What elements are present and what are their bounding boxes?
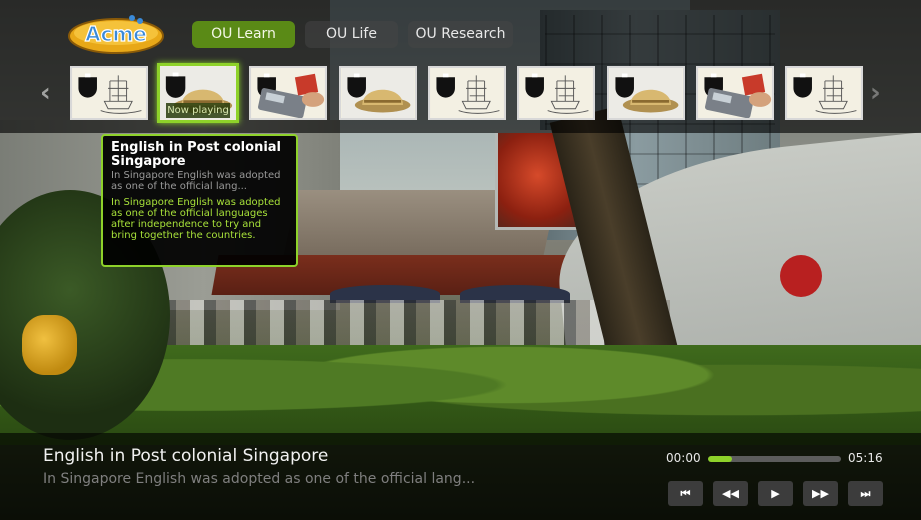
time-current: 00:00 — [666, 451, 701, 465]
time-total: 05:16 — [848, 451, 883, 465]
scene-yellow-foliage — [22, 315, 77, 375]
now-playing-label: Now playing — [166, 103, 230, 118]
pith-helmet-image — [609, 68, 683, 118]
video-tooltip: English in Post colonial Singapore In Si… — [101, 134, 298, 267]
video-thumbnail[interactable] — [428, 66, 506, 120]
skip-next-icon: ⏭ — [860, 487, 871, 500]
video-thumbnail[interactable] — [785, 66, 863, 120]
progress-bar[interactable] — [708, 456, 841, 462]
tooltip-title: English in Post colonial Singapore — [111, 140, 282, 169]
video-thumbnail[interactable] — [249, 66, 327, 120]
play-button[interactable]: ▶ — [758, 481, 793, 506]
top-navigation: Acme OU Learn OU Life OU Research ‹ › No… — [0, 0, 921, 133]
video-thumbnail[interactable] — [70, 66, 148, 120]
scroll-left-icon[interactable]: ‹ — [40, 78, 51, 108]
video-title: English in Post colonial Singapore — [43, 446, 329, 466]
ou-logo-ship-image — [787, 68, 861, 118]
tooltip-description: In Singapore English was adopted as one … — [111, 197, 281, 241]
player-bar: English in Post colonial Singapore In Si… — [0, 433, 921, 520]
video-thumbnail[interactable] — [517, 66, 595, 120]
tooltip-subtitle: In Singapore English was adopted as one … — [111, 170, 281, 192]
fast-forward-button[interactable]: ▶▶ — [803, 481, 838, 506]
pith-helmet-image — [341, 68, 415, 118]
video-thumbnail[interactable]: Now playing — [157, 63, 239, 123]
video-thumbnail[interactable] — [339, 66, 417, 120]
ou-logo-card-reader-image — [698, 68, 772, 118]
tab-ou-life[interactable]: OU Life — [305, 21, 398, 48]
video-thumbnail[interactable] — [607, 66, 685, 120]
ou-logo-ship-image — [519, 68, 593, 118]
skip-previous-icon: ⏮ — [680, 487, 691, 500]
tab-ou-learn[interactable]: OU Learn — [192, 21, 295, 48]
video-subtitle: In Singapore English was adopted as one … — [43, 471, 476, 487]
fast-forward-icon: ▶▶ — [812, 487, 829, 500]
ou-logo-ship-image — [72, 68, 146, 118]
play-icon: ▶ — [771, 487, 780, 500]
ou-logo-ship-image — [430, 68, 504, 118]
previous-button[interactable]: ⏮ — [668, 481, 703, 506]
ou-logo-card-reader-image — [251, 68, 325, 118]
rewind-button[interactable]: ◀◀ — [713, 481, 748, 506]
tab-ou-research[interactable]: OU Research — [408, 21, 513, 48]
progress-fill — [708, 456, 732, 462]
svg-text:Acme: Acme — [85, 22, 147, 46]
scroll-right-icon[interactable]: › — [870, 78, 881, 108]
acme-logo[interactable]: Acme — [66, 14, 166, 54]
video-thumbnail[interactable] — [696, 66, 774, 120]
next-button[interactable]: ⏭ — [848, 481, 883, 506]
scene-red-emblem — [780, 255, 822, 297]
rewind-icon: ◀◀ — [722, 487, 739, 500]
